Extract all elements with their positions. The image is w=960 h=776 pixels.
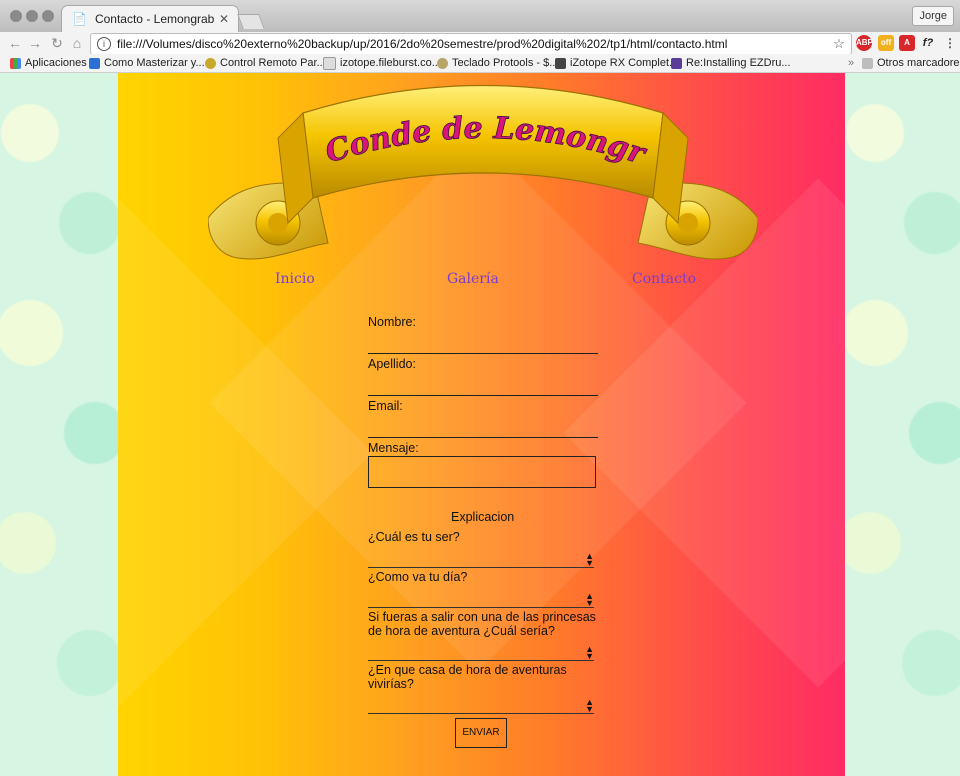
bookmark-favicon-icon xyxy=(205,57,216,69)
web-page: El Conde de Lemongrab Inicio Galería Con… xyxy=(0,73,960,776)
logo-banner: El Conde de Lemongrab xyxy=(208,73,758,260)
bookmark-label: Teclado Protools - $... xyxy=(452,57,559,69)
back-arrow-icon[interactable]: ← xyxy=(6,34,24,52)
tab-title: Contacto - Lemongrab xyxy=(94,12,215,26)
bookmark-item[interactable]: Control Remoto Par... xyxy=(205,56,326,70)
bookmark-item[interactable]: Como Masterizar y... xyxy=(89,56,205,70)
section-title: Explicacion xyxy=(451,510,515,524)
apellido-label: Apellido: xyxy=(368,357,416,371)
question-2-label: ¿Como va tu día? xyxy=(368,570,468,584)
question-4-label-line-1: ¿En que casa de hora de aventuras xyxy=(368,663,567,677)
nav-link-contacto[interactable]: Contacto xyxy=(632,271,696,287)
bookmark-item[interactable]: izotope.fileburst.co... xyxy=(323,56,441,70)
bookmark-label: izotope.fileburst.co... xyxy=(340,57,441,69)
url-text: file:///Volumes/disco%20externo%20backup… xyxy=(117,37,728,51)
document-icon: 📄 xyxy=(72,12,87,26)
question-3-label-line-2: de hora de aventura ¿Cuál sería? xyxy=(368,624,555,638)
browser-titlebar: 📄 Contacto - Lemongrab ✕ Jorge xyxy=(0,0,960,32)
bookmark-star-icon[interactable]: ☆ xyxy=(831,36,847,52)
bookmarks-bar: Aplicaciones Como Masterizar y... Contro… xyxy=(0,54,960,73)
info-icon[interactable]: i xyxy=(97,37,111,51)
forward-arrow-icon[interactable]: → xyxy=(26,34,44,52)
bookmark-label: Aplicaciones xyxy=(25,57,87,69)
apellido-input[interactable] xyxy=(368,395,598,396)
question-4-label-line-2: vivirías? xyxy=(368,677,414,691)
close-window-button[interactable] xyxy=(10,10,22,22)
folder-icon xyxy=(862,57,873,69)
tl-site-icon xyxy=(89,57,100,69)
bookmarks-overflow-icon[interactable]: » xyxy=(848,56,854,70)
question-1-label: ¿Cuál es tu ser? xyxy=(368,530,460,544)
left-background-pattern xyxy=(0,73,118,776)
zoom-window-button[interactable] xyxy=(42,10,54,22)
page-icon xyxy=(323,56,336,70)
nav-link-galeria[interactable]: Galería xyxy=(447,271,499,287)
bookmark-favicon-icon xyxy=(671,57,682,69)
other-bookmarks-label: Otros marcadores xyxy=(877,57,960,69)
other-bookmarks-folder[interactable]: Otros marcadores xyxy=(862,56,960,70)
email-input[interactable] xyxy=(368,437,598,438)
mensaje-label: Mensaje: xyxy=(368,441,419,455)
question-1-select[interactable]: ▲ ▼ xyxy=(368,551,594,568)
email-label: Email: xyxy=(368,399,403,413)
bookmark-label: iZotope RX Complet... xyxy=(570,57,679,69)
font-extension-icon[interactable]: f? xyxy=(920,35,936,51)
select-arrows-icon: ▲ ▼ xyxy=(585,551,594,568)
select-arrows-icon: ▲ ▼ xyxy=(585,697,594,714)
browser-tab[interactable]: 📄 Contacto - Lemongrab ✕ xyxy=(62,6,238,32)
select-arrows-icon: ▲ ▼ xyxy=(585,591,594,608)
browser-toolbar: ← → ↻ ⌂ i file:///Volumes/disco%20extern… xyxy=(0,32,960,55)
nombre-input[interactable] xyxy=(368,353,598,354)
close-tab-icon[interactable]: ✕ xyxy=(216,12,232,26)
off-extension-icon[interactable]: off xyxy=(878,35,894,51)
bookmark-favicon-icon xyxy=(437,57,448,69)
question-4-select[interactable]: ▲ ▼ xyxy=(368,697,594,714)
question-3-select[interactable]: ▲ ▼ xyxy=(368,644,594,661)
question-3-label-line-1: Si fueras a salir con una de las princes… xyxy=(368,610,596,624)
car-icon xyxy=(555,57,566,69)
bookmark-label: Control Remoto Par... xyxy=(220,57,326,69)
bookmark-item[interactable]: Teclado Protools - $... xyxy=(437,56,558,70)
enviar-button[interactable]: ENVIAR xyxy=(455,718,507,748)
bookmark-item[interactable]: Aplicaciones xyxy=(10,56,87,70)
profile-button[interactable]: Jorge xyxy=(912,6,954,26)
main-content: El Conde de Lemongrab Inicio Galería Con… xyxy=(118,73,845,776)
reload-icon[interactable]: ↻ xyxy=(48,34,66,52)
apps-grid-icon xyxy=(10,57,21,69)
menu-icon[interactable]: ⋮ xyxy=(942,35,958,51)
bookmark-item[interactable]: iZotope RX Complet... xyxy=(555,56,678,70)
acrobat-extension-icon[interactable]: A xyxy=(899,35,915,51)
bookmark-item[interactable]: Re:Installing EZDru... xyxy=(671,56,791,70)
bookmark-label: Re:Installing EZDru... xyxy=(686,57,791,69)
adblock-extension-icon[interactable]: ABP xyxy=(856,35,873,51)
new-tab-button[interactable] xyxy=(237,14,265,29)
right-background-pattern xyxy=(845,73,960,776)
nombre-label: Nombre: xyxy=(368,315,416,329)
address-bar[interactable]: i file:///Volumes/disco%20externo%20back… xyxy=(90,33,852,55)
question-2-select[interactable]: ▲ ▼ xyxy=(368,591,594,608)
select-arrows-icon: ▲ ▼ xyxy=(585,644,594,661)
mensaje-textarea[interactable] xyxy=(368,456,596,488)
minimize-window-button[interactable] xyxy=(26,10,38,22)
nav-link-inicio[interactable]: Inicio xyxy=(275,271,315,287)
bookmark-label: Como Masterizar y... xyxy=(104,57,205,69)
home-icon[interactable]: ⌂ xyxy=(68,34,86,52)
